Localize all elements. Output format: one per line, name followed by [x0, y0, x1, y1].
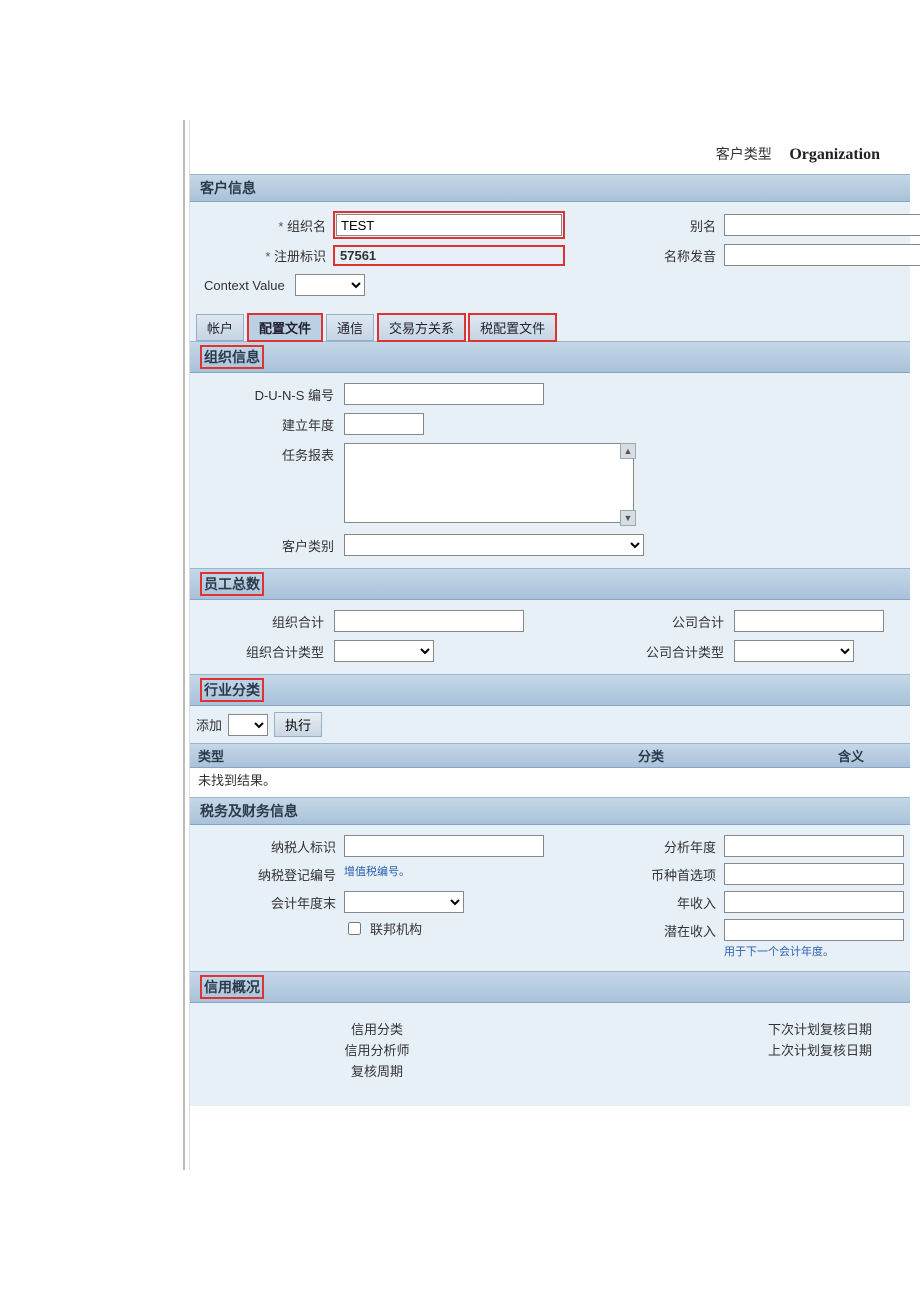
taxpayer-id-input[interactable] — [344, 835, 544, 857]
customer-type-value: Organization — [789, 146, 880, 163]
potential-income-hint: 用于下一个会计年度。 — [724, 943, 920, 959]
section-customer-info-title: 客户信息 — [190, 174, 910, 202]
potential-income-label: 潜在收入 — [604, 919, 724, 940]
header-customer-type: 客户类型 Organization — [190, 120, 910, 174]
context-value-label: Context Value — [204, 278, 285, 293]
company-total-type-label: 公司合计类型 — [594, 642, 734, 661]
taxpayer-id-label: 纳税人标识 — [204, 835, 344, 856]
analysis-year-label: 分析年度 — [604, 835, 724, 856]
section-org-info-title: 组织信息 — [190, 341, 910, 373]
mission-textarea[interactable] — [344, 443, 634, 523]
last-review-label: 上次计划复核日期 — [768, 1040, 872, 1059]
company-total-label: 公司合计 — [594, 612, 734, 631]
annual-income-label: 年收入 — [604, 891, 724, 912]
org-name-input[interactable] — [336, 214, 562, 236]
add-select[interactable] — [228, 714, 268, 736]
section-employee-total-title: 员工总数 — [190, 568, 910, 600]
tab-comm[interactable]: 通信 — [326, 314, 374, 341]
mission-label: 任务报表 — [204, 443, 344, 464]
industry-add-row: 添加 执行 — [190, 706, 910, 743]
federal-agency-label: 联邦机构 — [370, 919, 422, 938]
credit-analyst-label: 信用分析师 — [344, 1040, 409, 1059]
next-review-label: 下次计划复核日期 — [768, 1019, 872, 1038]
section-industry-title: 行业分类 — [190, 674, 910, 706]
org-total-type-label: 组织合计类型 — [204, 642, 334, 661]
tax-reg-hint[interactable]: 增值税编号。 — [344, 866, 410, 878]
col-meaning: 含义 — [838, 746, 902, 765]
no-results-text: 未找到结果。 — [198, 770, 902, 789]
section-credit-body: 信用分类 信用分析师 复核周期 下次计划复核日期 上次计划复核日期 — [190, 1003, 910, 1106]
add-label: 添加 — [196, 715, 222, 734]
execute-button[interactable]: 执行 — [274, 712, 322, 737]
pronunciation-input[interactable] — [724, 244, 920, 266]
section-credit-title: 信用概况 — [190, 971, 910, 1003]
reg-id-label: * 注册标识 — [204, 246, 334, 265]
alias-input[interactable] — [724, 214, 920, 236]
tax-reg-no-label: 纳税登记编号 — [204, 863, 344, 884]
federal-agency-checkbox[interactable] — [348, 922, 361, 935]
scroll-down-icon[interactable]: ▼ — [620, 510, 636, 526]
duns-label: D-U-N-S 编号 — [204, 383, 344, 404]
org-total-type-select[interactable] — [334, 640, 434, 662]
pronunciation-label: 名称发音 — [604, 246, 724, 265]
fiscal-year-end-select[interactable] — [344, 891, 464, 913]
currency-pref-label: 币种首选项 — [604, 863, 724, 884]
reg-id-value: 57561 — [340, 248, 376, 263]
tab-counterparty[interactable]: 交易方关系 — [378, 314, 465, 341]
potential-income-input[interactable] — [724, 919, 904, 941]
context-value-select[interactable] — [295, 274, 365, 296]
cust-cat-select[interactable] — [344, 534, 644, 556]
est-year-input[interactable] — [344, 413, 424, 435]
tab-account[interactable]: 帐户 — [196, 314, 244, 341]
org-name-label: * 组织名 — [204, 216, 334, 235]
org-total-label: 组织合计 — [204, 612, 334, 631]
company-total-type-select[interactable] — [734, 640, 854, 662]
alias-label: 别名 — [604, 216, 724, 235]
section-employee-total-body: 组织合计 公司合计 组织合计类型 公司合计类型 — [190, 600, 910, 674]
fiscal-year-end-label: 会计年度末 — [204, 891, 344, 912]
industry-table-body: 未找到结果。 — [190, 768, 910, 797]
tabs-bar: 帐户 配置文件 通信 交易方关系 税配置文件 — [190, 308, 910, 341]
cust-cat-label: 客户类别 — [204, 534, 344, 555]
tab-tax-profile[interactable]: 税配置文件 — [469, 314, 556, 341]
customer-type-label: 客户类型 — [716, 146, 772, 162]
section-org-info-body: D-U-N-S 编号 建立年度 任务报表 ▲ ▼ 客户类别 — [190, 373, 910, 568]
review-cycle-label: 复核周期 — [351, 1061, 403, 1080]
section-customer-info-body: * 组织名 别名 * 注册标识 57561 名称发音 Context Value — [190, 202, 910, 308]
industry-table-header: 类型 分类 含义 — [190, 743, 910, 768]
company-total-input[interactable] — [734, 610, 884, 632]
section-tax-fin-title: 税务及财务信息 — [190, 797, 910, 825]
col-category: 分类 — [638, 746, 838, 765]
annual-income-input[interactable] — [724, 891, 904, 913]
org-total-input[interactable] — [334, 610, 524, 632]
col-type: 类型 — [198, 746, 638, 765]
tab-profile[interactable]: 配置文件 — [248, 314, 322, 341]
duns-input[interactable] — [344, 383, 544, 405]
section-tax-fin-body: 纳税人标识 分析年度 纳税登记编号 增值税编号。 币种首选项 会计年度末 年收入 — [190, 825, 910, 971]
currency-pref-input[interactable] — [724, 863, 904, 885]
scroll-up-icon[interactable]: ▲ — [620, 443, 636, 459]
analysis-year-input[interactable] — [724, 835, 904, 857]
credit-class-label: 信用分类 — [351, 1019, 403, 1038]
est-year-label: 建立年度 — [204, 413, 344, 434]
